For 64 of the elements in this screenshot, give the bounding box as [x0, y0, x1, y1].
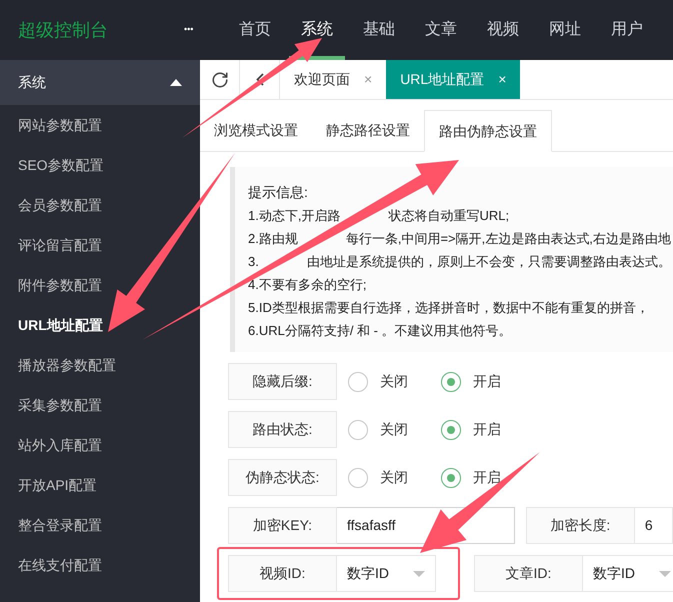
sidebar-item[interactable]: 播放器参数配置 — [0, 345, 200, 385]
tips-text: 每行一条,中间用=>隔开,左边是路由表达式,右边是路由地 — [346, 230, 671, 248]
logo-text: 超级控制台 — [18, 18, 109, 42]
field-label: 隐藏后缀: — [228, 363, 337, 400]
radio-option[interactable]: 开启 — [441, 419, 523, 440]
nav-tab[interactable]: 网址 — [534, 0, 596, 60]
chevron-left-icon — [256, 73, 264, 86]
nav-tab[interactable]: 文章 — [410, 0, 472, 60]
tips-title: 提示信息: — [248, 183, 309, 202]
length-input[interactable]: 6 — [634, 507, 673, 544]
sidebar-item[interactable]: 附件参数配置 — [0, 265, 200, 305]
sidebar-item[interactable]: 评论留言配置 — [0, 225, 200, 265]
radio-icon — [441, 372, 461, 392]
nav-tab[interactable]: 基础 — [348, 0, 410, 60]
refresh-icon — [210, 70, 228, 88]
more-button[interactable]: ••• — [184, 23, 224, 37]
radio-icon — [441, 468, 461, 488]
radio-option[interactable]: 关闭 — [348, 371, 430, 392]
sidebar-item[interactable]: URL地址配置 — [0, 305, 200, 345]
id-select[interactable]: 数字ID — [583, 555, 673, 592]
field-label: 路由状态: — [228, 411, 337, 448]
sidebar-item[interactable]: 会员参数配置 — [0, 185, 200, 225]
page-tab[interactable]: 欢迎页面 × — [280, 60, 386, 99]
caret-down-icon — [659, 570, 671, 576]
sidebar-item[interactable]: 网站参数配置 — [0, 105, 200, 145]
tips-text: 3. — [248, 253, 259, 271]
sidebar-item[interactable]: SEO参数配置 — [0, 145, 200, 185]
sub-tab[interactable]: 路由伪静态设置 — [424, 110, 552, 152]
close-icon[interactable]: × — [498, 69, 506, 90]
sub-tab[interactable]: 静态路径设置 — [312, 110, 424, 151]
sidebar-item[interactable]: 采集参数配置 — [0, 385, 200, 425]
tips-text: 1.动态下,开启路 — [248, 207, 340, 225]
tips-text: 2.路由规 — [248, 230, 298, 248]
caret-down-icon — [413, 570, 425, 576]
radio-icon — [441, 420, 461, 440]
sidebar-item[interactable]: 整合登录配置 — [0, 505, 200, 545]
field-label: 伪静态状态: — [228, 459, 337, 496]
radio-option[interactable]: 关闭 — [348, 467, 430, 488]
sidebar-item[interactable]: 开放API配置 — [0, 465, 200, 505]
field-label: 加密长度: — [526, 507, 635, 544]
caret-up-icon — [170, 79, 182, 86]
sidebar-group[interactable]: 系统 — [0, 60, 200, 105]
sidebar-item[interactable]: 站外入库配置 — [0, 425, 200, 465]
nav-tab[interactable]: 用户 — [596, 0, 658, 60]
tips-text: 4.不要有多余的空行; — [248, 276, 366, 294]
sidebar-item[interactable]: 在线支付配置 — [0, 545, 200, 585]
tips-text: 状态将自动重写URL; — [388, 207, 510, 225]
page-tab[interactable]: URL地址配置 × — [386, 60, 520, 99]
radio-option[interactable]: 开启 — [441, 467, 523, 488]
radio-option[interactable]: 开启 — [441, 371, 523, 392]
radio-option[interactable]: 关闭 — [348, 419, 430, 440]
nav-tab[interactable]: 首页 — [224, 0, 286, 60]
tips-text: 5.ID类型根据需要自行选择，选择拼音时，数据中不能有重复的拼音， — [248, 299, 649, 317]
field-label: 视频ID: — [228, 555, 337, 592]
radio-icon — [348, 372, 368, 392]
field-label: 文章ID: — [474, 555, 583, 592]
field-label: 加密KEY: — [228, 507, 337, 544]
nav-tab[interactable]: 视频 — [472, 0, 534, 60]
sub-tab[interactable]: 浏览模式设置 — [200, 110, 312, 151]
id-select[interactable]: 数字ID — [337, 555, 436, 592]
radio-icon — [348, 420, 368, 440]
tips-text: 6.URL分隔符支持/ 和 - 。不建议用其他符号。 — [248, 322, 512, 340]
radio-icon — [348, 468, 368, 488]
tips-text: 由地址是系统提供的，原则上不会变，只需要调整路由表达式。 — [306, 253, 671, 271]
